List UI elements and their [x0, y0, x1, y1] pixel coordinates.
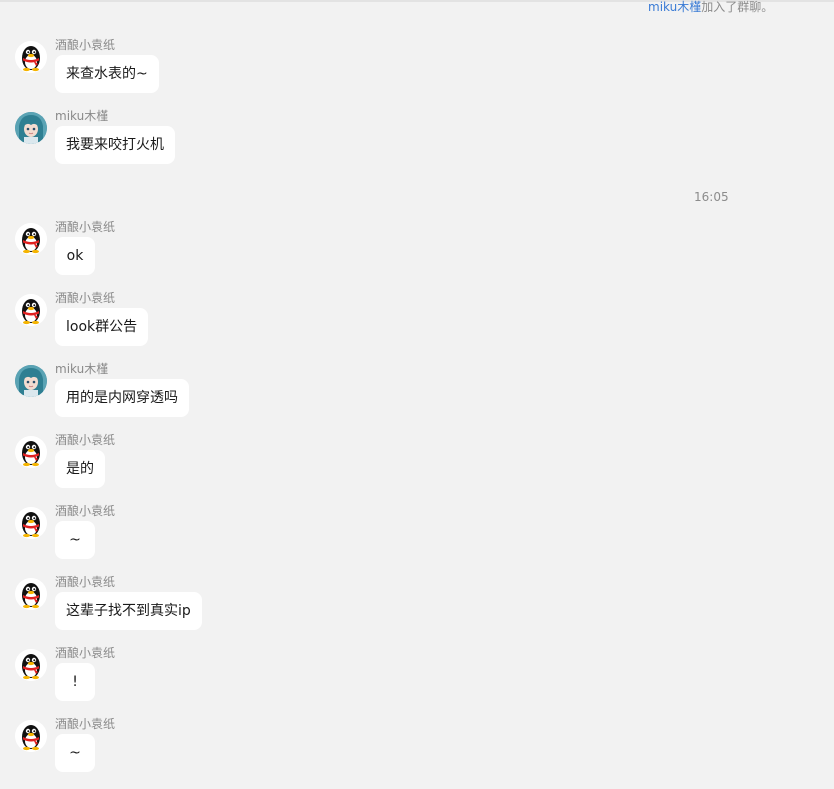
penguin-avatar[interactable] [15, 294, 47, 326]
message-bubble[interactable]: 是的 [55, 450, 105, 488]
message-timestamp: 16:05 [694, 190, 729, 204]
message-item: miku木槿 我要来咬打火机 [0, 108, 834, 176]
message-bubble[interactable]: ~ [55, 734, 95, 772]
sender-name[interactable]: 酒酿小袁纸 [55, 716, 115, 732]
system-notice: miku木槿加入了群聊。 [648, 0, 773, 15]
anime-avatar[interactable] [15, 365, 47, 397]
sender-name[interactable]: 酒酿小袁纸 [55, 503, 115, 519]
penguin-avatar-icon [15, 578, 47, 610]
penguin-avatar[interactable] [15, 720, 47, 752]
sender-name[interactable]: 酒酿小袁纸 [55, 219, 115, 235]
chat-message-area[interactable]: miku木槿加入了群聊。 酒酿小袁纸 来查水表的~ miku木槿 我要来咬打火机… [0, 0, 834, 789]
message-item: miku木槿 用的是内网穿透吗 [0, 361, 834, 429]
message-item: 酒酿小袁纸 ~ [0, 503, 834, 571]
message-item: 酒酿小袁纸 这辈子找不到真实ip [0, 574, 834, 642]
penguin-avatar-icon [15, 436, 47, 468]
sender-name[interactable]: 酒酿小袁纸 [55, 645, 115, 661]
message-bubble[interactable]: 这辈子找不到真实ip [55, 592, 202, 630]
penguin-avatar-icon [15, 720, 47, 752]
message-item: 酒酿小袁纸 ! [0, 645, 834, 713]
system-notice-text: 加入了群聊。 [701, 0, 774, 14]
message-bubble[interactable]: ~ [55, 521, 95, 559]
message-bubble[interactable]: 我要来咬打火机 [55, 126, 175, 164]
penguin-avatar[interactable] [15, 41, 47, 73]
anime-avatar[interactable] [15, 112, 47, 144]
penguin-avatar[interactable] [15, 649, 47, 681]
anime-avatar-icon [15, 112, 47, 144]
sender-name[interactable]: miku木槿 [55, 108, 108, 124]
sender-name[interactable]: 酒酿小袁纸 [55, 574, 115, 590]
message-bubble[interactable]: 来查水表的~ [55, 55, 159, 93]
penguin-avatar[interactable] [15, 223, 47, 255]
message-item: 酒酿小袁纸 是的 [0, 432, 834, 500]
penguin-avatar-icon [15, 41, 47, 73]
message-item: 酒酿小袁纸 来查水表的~ [0, 37, 834, 105]
anime-avatar-icon [15, 365, 47, 397]
sender-name[interactable]: 酒酿小袁纸 [55, 432, 115, 448]
penguin-avatar-icon [15, 223, 47, 255]
sender-name[interactable]: 酒酿小袁纸 [55, 37, 115, 53]
penguin-avatar-icon [15, 507, 47, 539]
message-bubble[interactable]: ok [55, 237, 95, 275]
penguin-avatar[interactable] [15, 436, 47, 468]
message-bubble[interactable]: 用的是内网穿透吗 [55, 379, 189, 417]
penguin-avatar[interactable] [15, 507, 47, 539]
message-bubble[interactable]: ! [55, 663, 95, 701]
penguin-avatar[interactable] [15, 578, 47, 610]
message-item: 酒酿小袁纸 look群公告 [0, 290, 834, 358]
message-item: 酒酿小袁纸 ~ [0, 716, 834, 784]
message-item: 酒酿小袁纸 ok [0, 219, 834, 287]
penguin-avatar-icon [15, 649, 47, 681]
message-bubble[interactable]: look群公告 [55, 308, 149, 346]
sender-name[interactable]: 酒酿小袁纸 [55, 290, 115, 306]
system-notice-user-link[interactable]: miku木槿 [648, 0, 701, 14]
penguin-avatar-icon [15, 294, 47, 326]
sender-name[interactable]: miku木槿 [55, 361, 108, 377]
